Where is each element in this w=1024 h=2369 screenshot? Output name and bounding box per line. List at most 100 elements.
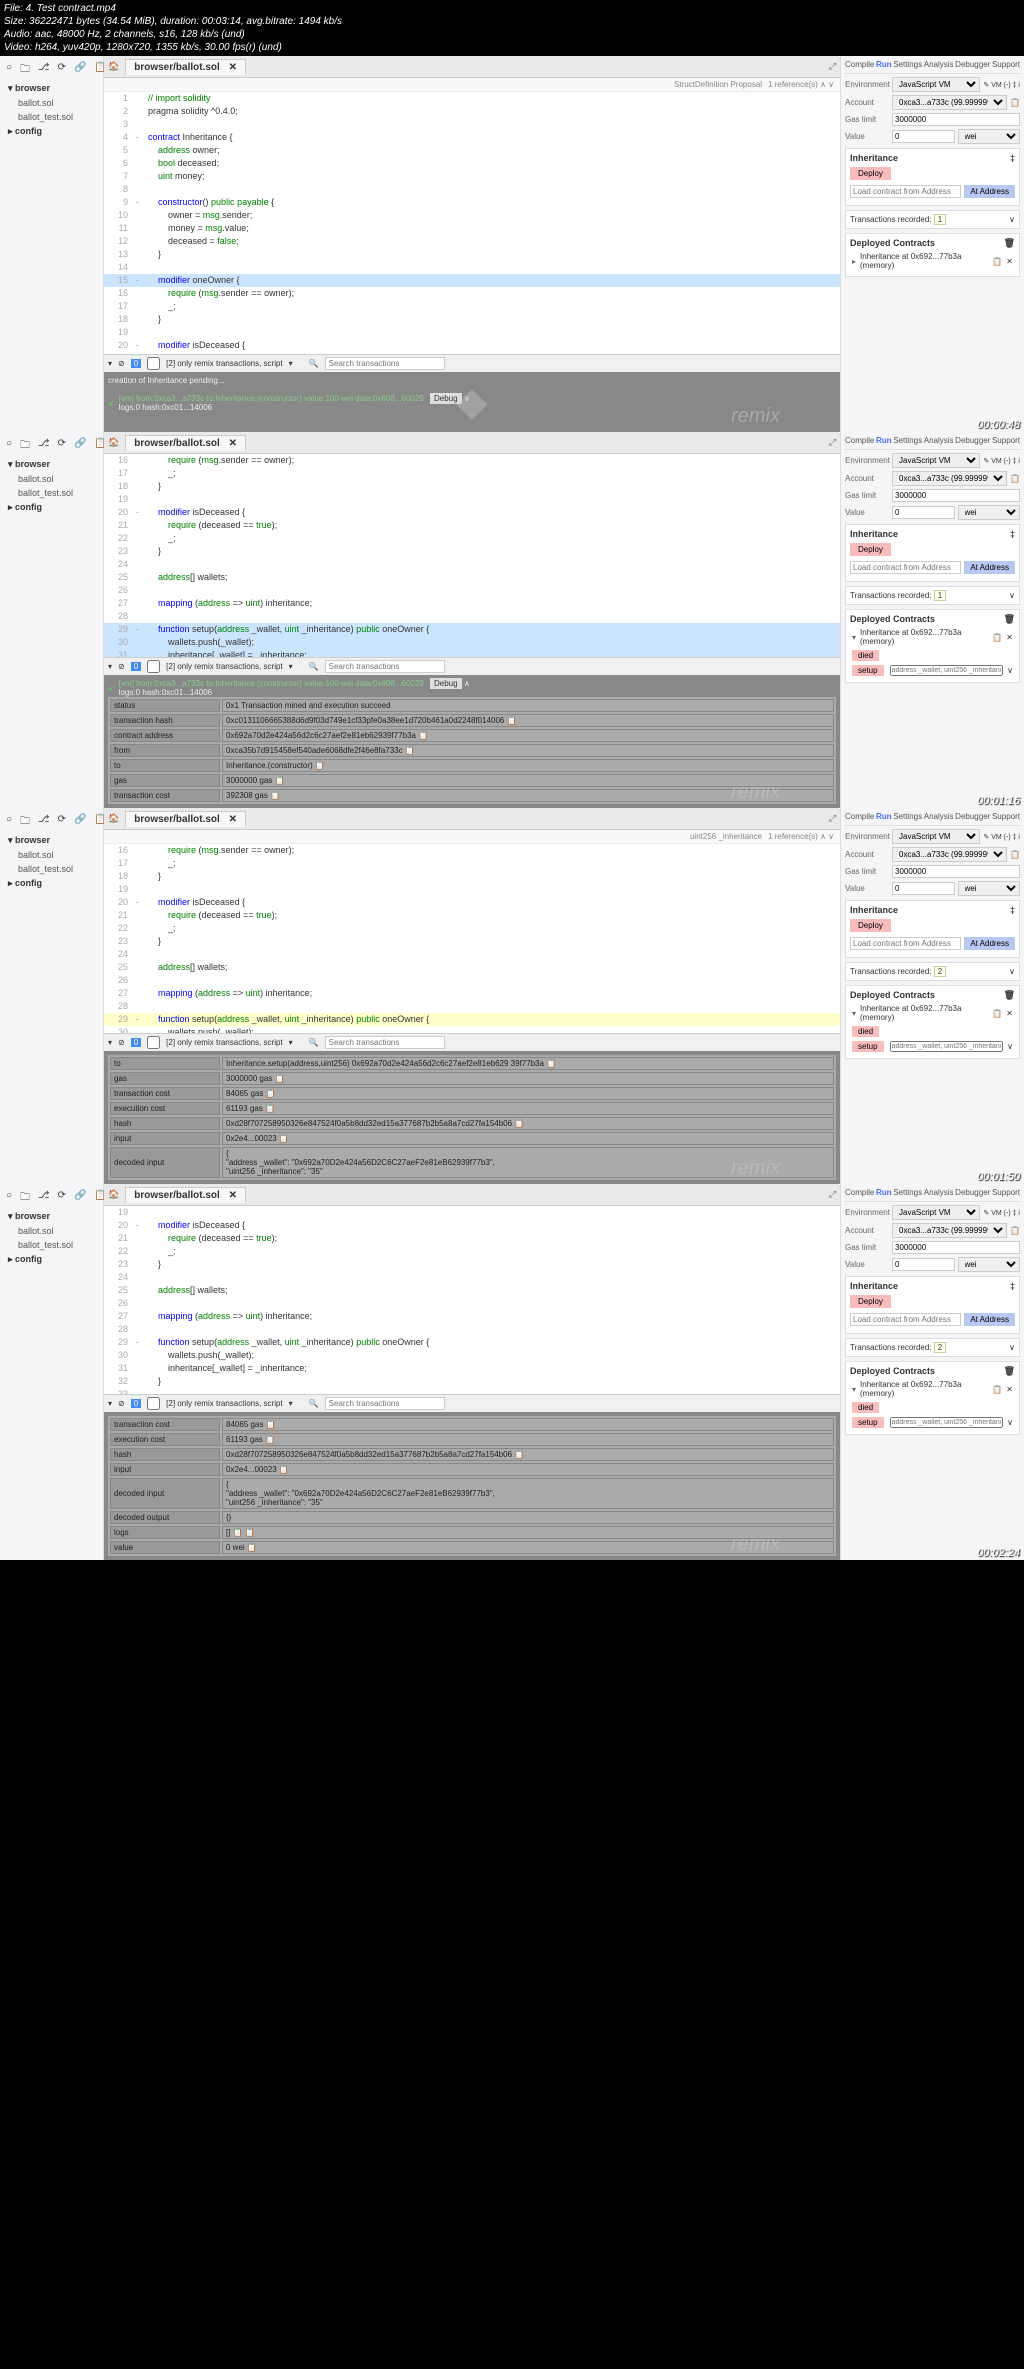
expand-icon[interactable]: ⤢ bbox=[829, 813, 836, 824]
wei-select[interactable]: wei bbox=[958, 129, 1021, 144]
compile-tab[interactable]: Compile bbox=[845, 1188, 874, 1197]
circle-icon[interactable]: ○ bbox=[6, 438, 12, 455]
gas-input[interactable] bbox=[892, 113, 1020, 126]
circle-icon[interactable]: ○ bbox=[6, 814, 12, 831]
config-folder[interactable]: ▸ config bbox=[4, 876, 99, 891]
refresh-icon[interactable]: ⟳ bbox=[58, 814, 66, 831]
support-tab[interactable]: Support bbox=[992, 812, 1020, 821]
gas-input[interactable] bbox=[892, 489, 1020, 502]
copy-icon[interactable]: 📋 bbox=[992, 257, 1002, 266]
refresh-icon[interactable]: ⟳ bbox=[58, 62, 66, 79]
died-button[interactable]: died bbox=[852, 1026, 879, 1037]
refresh-icon[interactable]: ⟳ bbox=[58, 438, 66, 455]
debugger-tab[interactable]: Debugger bbox=[955, 1188, 990, 1197]
analysis-tab[interactable]: Analysis bbox=[924, 60, 954, 69]
debugger-tab[interactable]: Debugger bbox=[955, 812, 990, 821]
trash-icon[interactable]: 🗑 bbox=[1004, 614, 1015, 625]
folder-icon[interactable]: 🗀 bbox=[20, 814, 30, 831]
value-input[interactable] bbox=[892, 130, 955, 143]
folder-icon[interactable]: 🗀 bbox=[20, 62, 30, 79]
listen-checkbox[interactable] bbox=[147, 660, 160, 673]
listen-checkbox[interactable] bbox=[147, 1036, 160, 1049]
setup-params-input[interactable] bbox=[890, 665, 1004, 676]
code-editor[interactable]: 16 require (msg.sender == owner);17 _;18… bbox=[104, 454, 840, 657]
tx-recorded-section[interactable]: Transactions recorded: 1 ∨ bbox=[845, 210, 1020, 229]
ballot-test-file[interactable]: ballot_test.sol bbox=[4, 862, 99, 876]
ballot-file[interactable]: ballot.sol bbox=[4, 96, 99, 110]
search-input[interactable] bbox=[325, 357, 445, 370]
remove-icon[interactable]: ✕ bbox=[1006, 1009, 1013, 1018]
file-tab[interactable]: browser/ballot.sol ✕ bbox=[125, 811, 246, 827]
search-input[interactable] bbox=[325, 660, 445, 673]
setup-button[interactable]: setup bbox=[852, 1041, 884, 1052]
gas-input[interactable] bbox=[892, 1241, 1020, 1254]
trash-icon[interactable]: 🗑 bbox=[1004, 1366, 1015, 1377]
copy-icon[interactable]: 📋 bbox=[1010, 474, 1020, 483]
search-input[interactable] bbox=[325, 1397, 445, 1410]
account-select[interactable]: 0xca3...a733c (99.999999999996475 ‡) bbox=[892, 471, 1007, 486]
wei-select[interactable]: wei bbox=[958, 505, 1021, 520]
expand-icon[interactable]: ⤢ bbox=[829, 437, 836, 448]
copy-icon[interactable]: 📋 bbox=[1010, 1226, 1020, 1235]
env-select[interactable]: JavaScript VM bbox=[892, 453, 980, 468]
code-editor[interactable]: 1920- modifier isDeceased {21 require (d… bbox=[104, 1206, 840, 1394]
config-folder[interactable]: ▸ config bbox=[4, 500, 99, 515]
contract-instance-row[interactable]: ▾Inheritance at 0x692...77b3a (memory)📋✕ bbox=[850, 1378, 1015, 1400]
gas-input[interactable] bbox=[892, 865, 1020, 878]
trash-icon[interactable]: 🗑 bbox=[1004, 238, 1015, 249]
run-tab[interactable]: Run bbox=[876, 812, 892, 821]
ballot-file[interactable]: ballot.sol bbox=[4, 848, 99, 862]
browser-folder[interactable]: ▾ browser bbox=[4, 457, 99, 472]
remove-icon[interactable]: ✕ bbox=[1006, 1385, 1013, 1394]
search-icon[interactable]: 🔍 bbox=[309, 359, 319, 368]
ballot-file[interactable]: ballot.sol bbox=[4, 472, 99, 486]
at-address-button[interactable]: At Address bbox=[964, 561, 1015, 574]
run-tab[interactable]: Run bbox=[876, 436, 892, 445]
deploy-button[interactable]: Deploy bbox=[850, 167, 891, 180]
account-select[interactable]: 0xca3...a733c (99.999999999996475 ‡) bbox=[892, 95, 1007, 110]
terminal-output[interactable]: ◆ creation of Inheritance pending... ✓ [… bbox=[104, 372, 840, 432]
load-address-input[interactable] bbox=[850, 561, 961, 574]
github-icon[interactable]: ⎇ bbox=[38, 814, 50, 831]
github-icon[interactable]: ⎇ bbox=[38, 62, 50, 79]
link-icon[interactable]: 🔗 bbox=[74, 62, 86, 79]
folder-icon[interactable]: 🗀 bbox=[20, 438, 30, 455]
filter-label[interactable]: [2] only remix transactions, script bbox=[166, 1399, 282, 1408]
browser-folder[interactable]: ▾ browser bbox=[4, 81, 99, 96]
tx-recorded-section[interactable]: Transactions recorded: 2 ∨ bbox=[845, 1338, 1020, 1357]
filter-label[interactable]: [2] only remix transactions, script bbox=[166, 359, 282, 368]
file-tab[interactable]: browser/ballot.sol ✕ bbox=[125, 1187, 246, 1203]
support-tab[interactable]: Support bbox=[992, 1188, 1020, 1197]
browser-folder[interactable]: ▾ browser bbox=[4, 833, 99, 848]
home-icon[interactable]: 🏠 bbox=[108, 813, 119, 824]
circle-icon[interactable]: ○ bbox=[6, 62, 12, 79]
ballot-file[interactable]: ballot.sol bbox=[4, 1224, 99, 1238]
settings-tab[interactable]: Settings bbox=[893, 60, 922, 69]
analysis-tab[interactable]: Analysis bbox=[924, 436, 954, 445]
code-editor[interactable]: 16 require (msg.sender == owner);17 _;18… bbox=[104, 844, 840, 1033]
terminal-output[interactable]: transaction cost84065 gas 📋 execution co… bbox=[104, 1412, 840, 1560]
chevron-down-icon[interactable]: ▾ bbox=[108, 1038, 112, 1047]
listen-checkbox[interactable] bbox=[147, 1397, 160, 1410]
contract-instance-row[interactable]: ▸Inheritance at 0x692...77b3a (memory)📋✕ bbox=[850, 250, 1015, 272]
support-tab[interactable]: Support bbox=[992, 436, 1020, 445]
env-select[interactable]: JavaScript VM bbox=[892, 77, 980, 92]
expand-icon[interactable]: ⤢ bbox=[829, 1189, 836, 1200]
value-input[interactable] bbox=[892, 882, 955, 895]
settings-tab[interactable]: Settings bbox=[893, 812, 922, 821]
chevron-down-icon[interactable]: ▾ bbox=[108, 359, 112, 368]
ballot-test-file[interactable]: ballot_test.sol bbox=[4, 1238, 99, 1252]
filter-label[interactable]: [2] only remix transactions, script bbox=[166, 1038, 282, 1047]
setup-button[interactable]: setup bbox=[852, 665, 884, 676]
support-tab[interactable]: Support bbox=[992, 60, 1020, 69]
env-select[interactable]: JavaScript VM bbox=[892, 1205, 980, 1220]
compile-tab[interactable]: Compile bbox=[845, 812, 874, 821]
clear-icon[interactable]: ⊘ bbox=[118, 359, 125, 368]
compile-tab[interactable]: Compile bbox=[845, 60, 874, 69]
settings-tab[interactable]: Settings bbox=[893, 436, 922, 445]
refresh-icon[interactable]: ⟳ bbox=[58, 1190, 66, 1207]
circle-icon[interactable]: ○ bbox=[6, 1190, 12, 1207]
load-address-input[interactable] bbox=[850, 185, 961, 198]
remove-icon[interactable]: ✕ bbox=[1006, 257, 1013, 266]
chevron-down-icon[interactable]: ▾ bbox=[108, 662, 112, 671]
